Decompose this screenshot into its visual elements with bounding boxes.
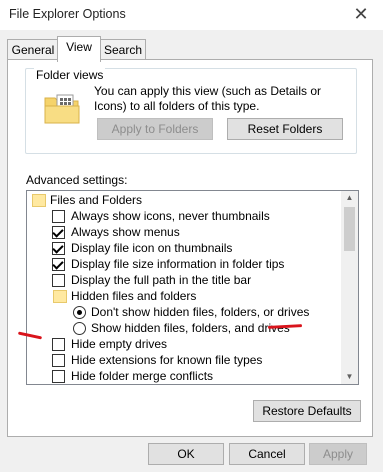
title-bar: File Explorer Options ✕ (0, 0, 383, 30)
view-tab-panel: Folder views You can apply this view (su… (7, 59, 373, 437)
scroll-thumb[interactable] (344, 207, 355, 251)
checkmark-icon (52, 258, 64, 270)
checkbox[interactable] (52, 226, 65, 239)
option-label: Don't show hidden files, folders, or dri… (91, 305, 310, 319)
checkbox[interactable] (52, 242, 65, 255)
option-label: Always show menus (71, 225, 180, 239)
advanced-settings-label: Advanced settings: (26, 173, 128, 187)
restore-defaults-button[interactable]: Restore Defaults (253, 400, 361, 422)
checkmark-icon (52, 242, 64, 254)
checkbox[interactable] (52, 274, 65, 287)
folder-icon (53, 290, 67, 303)
option-label: Always show icons, never thumbnails (71, 209, 270, 223)
tab-view[interactable]: View (57, 36, 101, 62)
apply-to-folders-button[interactable]: Apply to Folders (97, 118, 213, 140)
folder-views-description: You can apply this view (such as Details… (94, 84, 322, 113)
checkbox[interactable] (52, 258, 65, 271)
advanced-settings-tree[interactable]: Files and Folders Always show icons, nev… (26, 190, 359, 385)
tab-search[interactable]: Search (100, 39, 146, 61)
cancel-button[interactable]: Cancel (229, 443, 305, 465)
option-label: Hide extensions for known file types (71, 353, 263, 367)
reset-folders-button[interactable]: Reset Folders (227, 118, 343, 140)
radio-button[interactable] (73, 306, 86, 319)
window-title: File Explorer Options (9, 7, 126, 21)
folder-view-icon (44, 94, 80, 127)
radio-button[interactable] (73, 322, 86, 335)
tree-item-label: Hidden files and folders (71, 289, 197, 303)
radio-dot-icon (77, 310, 82, 315)
close-icon[interactable]: ✕ (351, 4, 371, 24)
option-label: Display the full path in the title bar (71, 273, 252, 287)
checkbox[interactable] (52, 354, 65, 367)
tab-general[interactable]: General (7, 39, 59, 61)
apply-button[interactable]: Apply (309, 443, 367, 465)
checkbox[interactable] (52, 370, 65, 383)
option-label: Display file size information in folder … (71, 257, 285, 271)
checkbox[interactable] (52, 210, 65, 223)
option-label: Hide folder merge conflicts (71, 369, 214, 383)
checkbox[interactable] (52, 338, 65, 351)
scroll-up-icon[interactable]: ▲ (341, 191, 358, 205)
checkmark-icon (52, 226, 64, 238)
folder-views-label: Folder views (34, 68, 106, 82)
option-label: Show hidden files, folders, and drives (91, 321, 290, 335)
option-label: Hide empty drives (71, 337, 168, 351)
folder-views-group: Folder views You can apply this view (su… (25, 68, 357, 154)
scroll-down-icon[interactable]: ▼ (341, 370, 358, 384)
vertical-scrollbar[interactable]: ▲ ▼ (341, 191, 358, 384)
folder-icon (32, 194, 46, 207)
option-label: Display file icon on thumbnails (71, 241, 233, 255)
tree-item-label: Files and Folders (50, 193, 143, 207)
ok-button[interactable]: OK (148, 443, 224, 465)
